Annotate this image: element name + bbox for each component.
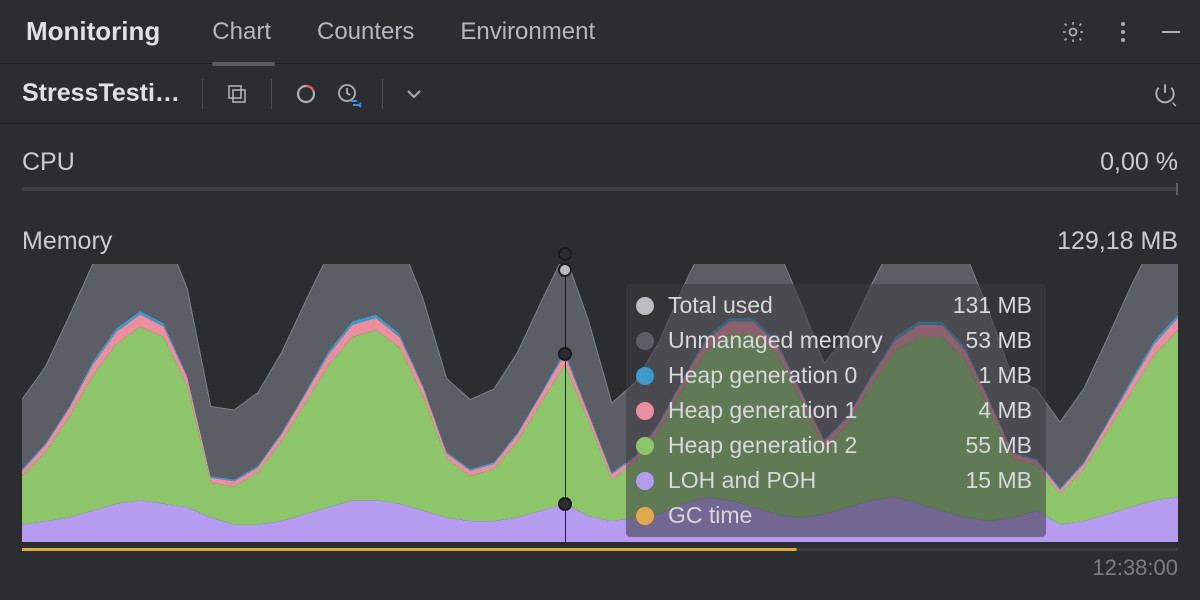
cursor-dot <box>558 247 572 261</box>
tooltip-value: 131 MB <box>953 292 1032 319</box>
tooltip-row: Total used 131 MB <box>626 288 1046 323</box>
cpu-track <box>22 187 1178 191</box>
tooltip-row: LOH and POH 15 MB <box>626 463 1046 498</box>
legend-swatch-icon <box>636 402 654 420</box>
tooltip-label: LOH and POH <box>668 467 816 494</box>
legend-swatch-icon <box>636 332 654 350</box>
cpu-label: CPU <box>22 148 75 177</box>
stack-icon[interactable] <box>225 82 249 106</box>
legend-swatch-icon <box>636 507 654 525</box>
cpu-section-header: CPU 0,00 % <box>22 138 1178 183</box>
tooltip-row: Heap generation 0 1 MB <box>626 358 1046 393</box>
tooltip-row: GC time <box>626 498 1046 533</box>
legend-swatch-icon <box>636 297 654 315</box>
time-axis-label: 12:38:00 <box>22 551 1178 581</box>
separator <box>382 79 383 109</box>
session-name-label[interactable]: StressTesti… <box>22 79 180 108</box>
clock-icon[interactable] <box>336 82 360 106</box>
cpu-value: 0,00 % <box>1100 148 1178 177</box>
tooltip-row: Heap generation 1 4 MB <box>626 393 1046 428</box>
tab-chart[interactable]: Chart <box>212 18 271 46</box>
cursor-top-dot <box>558 263 572 277</box>
tooltip-label: Heap generation 1 <box>668 397 857 424</box>
memory-section-header: Memory 129,18 MB <box>22 205 1178 262</box>
tooltip-value: 55 MB <box>966 432 1032 459</box>
minimize-icon[interactable] <box>1160 21 1182 43</box>
separator <box>202 79 203 109</box>
tooltip-row: Unmanaged memory 53 MB <box>626 323 1046 358</box>
panel-title: Monitoring <box>26 16 160 47</box>
more-vert-icon[interactable] <box>1118 20 1128 44</box>
cursor-dot <box>558 347 572 361</box>
tooltip-label: Heap generation 0 <box>668 362 857 389</box>
tooltip-value: 4 MB <box>978 397 1032 424</box>
session-toolbar: StressTesti… <box>0 64 1200 124</box>
tooltip-value: 15 MB <box>966 467 1032 494</box>
gc-row <box>22 542 1178 551</box>
pie-arc-icon[interactable] <box>294 82 318 106</box>
main-tabs-bar: Monitoring Chart Counters Environment <box>0 0 1200 64</box>
memory-tooltip: Total used 131 MB Unmanaged memory 53 MB Hea… <box>626 284 1046 537</box>
memory-value: 129,18 MB <box>1057 227 1178 256</box>
power-icon[interactable] <box>1152 81 1178 107</box>
tooltip-label: Unmanaged memory <box>668 327 883 354</box>
memory-chart[interactable]: Total used 131 MB Unmanaged memory 53 MB Hea… <box>22 264 1178 542</box>
cursor-dot <box>558 497 572 511</box>
tab-environment[interactable]: Environment <box>460 18 595 46</box>
tooltip-row: Heap generation 2 55 MB <box>626 428 1046 463</box>
tooltip-label: GC time <box>668 502 752 529</box>
tab-counters[interactable]: Counters <box>317 18 414 46</box>
gear-icon[interactable] <box>1060 19 1086 45</box>
tooltip-value: 1 MB <box>978 362 1032 389</box>
memory-label: Memory <box>22 227 112 256</box>
legend-swatch-icon <box>636 437 654 455</box>
separator <box>271 79 272 109</box>
tooltip-label: Heap generation 2 <box>668 432 857 459</box>
dropdown-icon[interactable] <box>405 85 423 103</box>
tooltip-value: 53 MB <box>966 327 1032 354</box>
legend-swatch-icon <box>636 367 654 385</box>
panel-region: CPU 0,00 % Memory 129,18 MB Total used 13… <box>0 124 1200 581</box>
tooltip-label: Total used <box>668 292 773 319</box>
legend-swatch-icon <box>636 472 654 490</box>
